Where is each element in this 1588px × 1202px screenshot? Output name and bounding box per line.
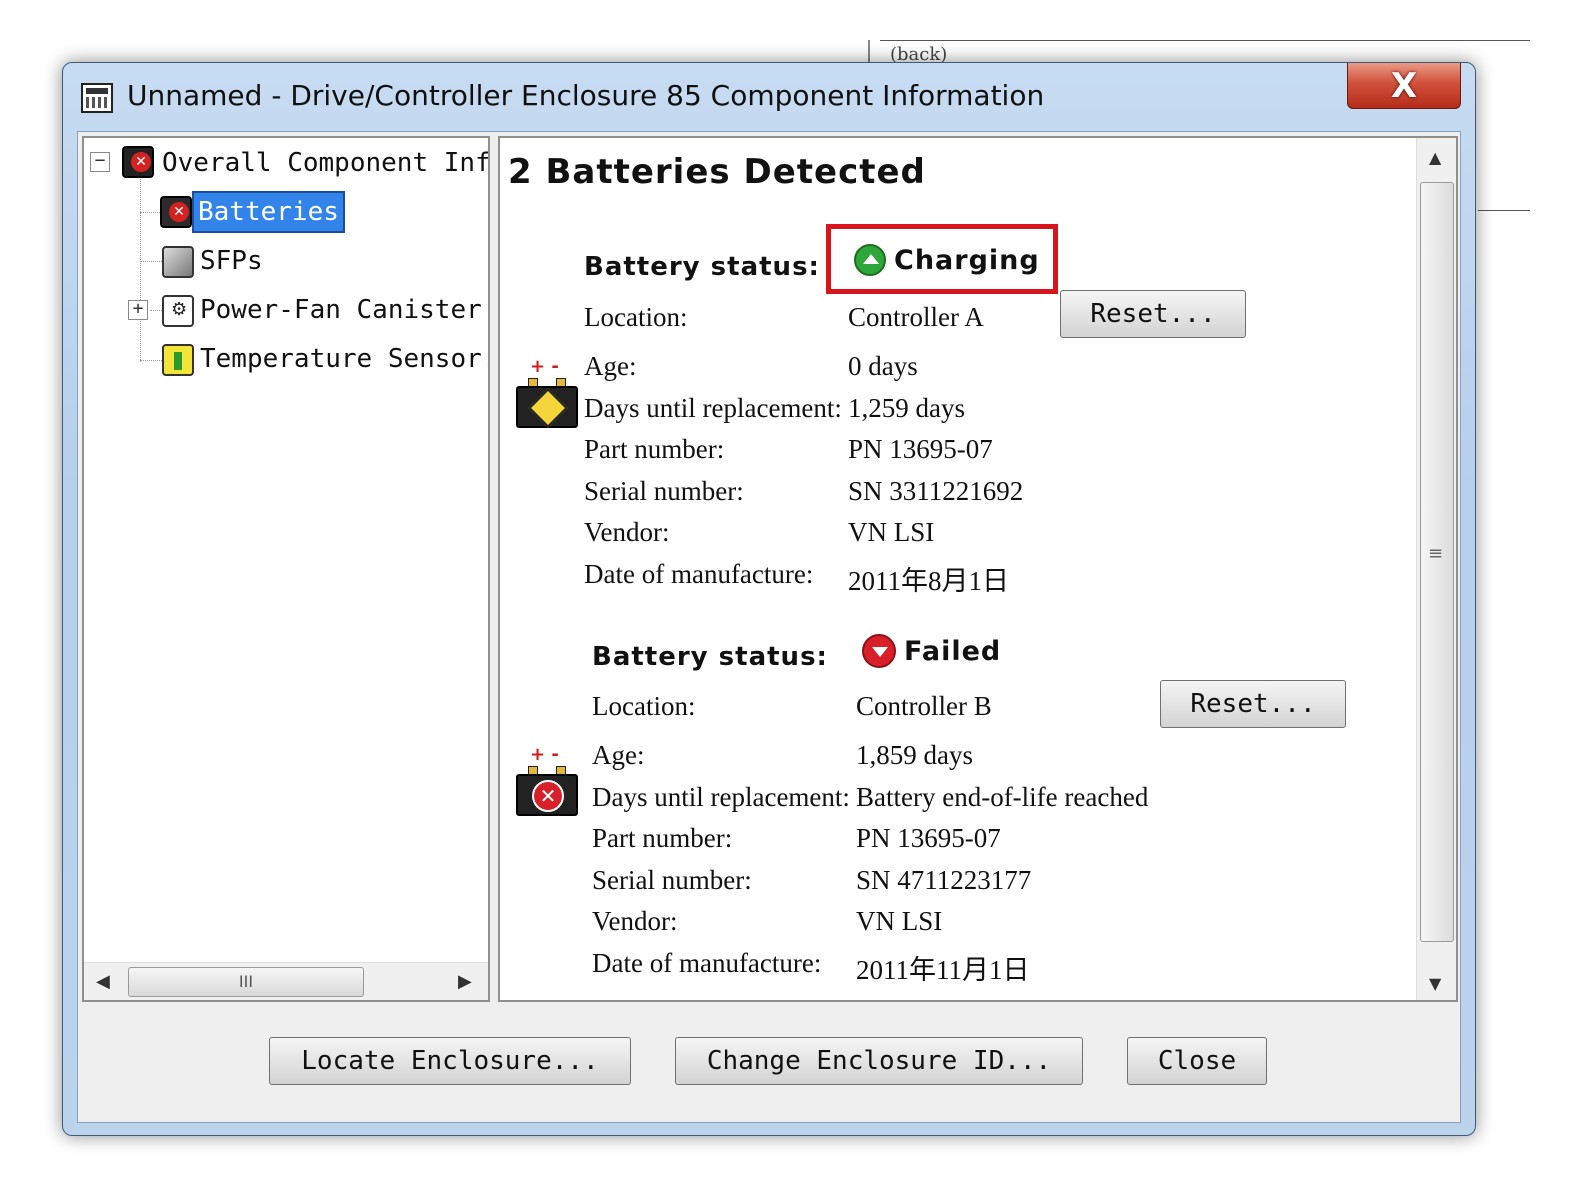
- close-button[interactable]: Close: [1127, 1037, 1267, 1085]
- part-number-value: PN 13695-07: [848, 434, 993, 464]
- vendor-label: Vendor:: [584, 517, 670, 547]
- reset-battery-a-button[interactable]: Reset...: [1060, 290, 1246, 338]
- window-app-icon: [81, 83, 113, 113]
- tree-item-label: Batteries: [192, 191, 345, 233]
- age-label: Age:: [592, 740, 645, 770]
- age-value: 0 days: [848, 351, 918, 381]
- tree-horizontal-scrollbar[interactable]: ◀ III ▶: [84, 962, 488, 1000]
- scroll-down-icon[interactable]: ▼: [1429, 974, 1441, 993]
- detail-vertical-scrollbar[interactable]: ▲ ≡ ▼: [1416, 138, 1456, 1000]
- battery-status-text: Failed: [904, 635, 1002, 667]
- battery-status-value: Charging: [854, 244, 1040, 276]
- tree-item-label: SFPs: [200, 246, 263, 276]
- tree-item-overall[interactable]: Overall Component Inf: [158, 144, 490, 182]
- tree-connector: [150, 310, 162, 311]
- background-rule: [1478, 210, 1530, 211]
- location-label: Location:: [584, 302, 688, 332]
- age-label: Age:: [584, 351, 637, 381]
- tree-item-temperature-sensors[interactable]: Temperature Sensor:: [196, 340, 490, 378]
- battery-warning-icon: + -: [516, 356, 580, 428]
- part-number-label: Part number:: [592, 823, 733, 853]
- background-rule: [880, 40, 1530, 41]
- age-value: 1,859 days: [856, 740, 973, 770]
- vendor-value: VN LSI: [856, 906, 943, 936]
- battery-error-icon: + - ✕: [516, 744, 580, 816]
- serial-number-label: Serial number:: [584, 476, 744, 506]
- battery-icon: [160, 196, 192, 228]
- location-value: Controller A: [848, 302, 984, 332]
- vendor-value: VN LSI: [848, 517, 935, 547]
- component-info-dialog: Unnamed - Drive/Controller Enclosure 85 …: [62, 62, 1476, 1136]
- battery-status-value: Failed: [862, 634, 1001, 668]
- status-ok-icon: [854, 244, 886, 276]
- locate-enclosure-button[interactable]: Locate Enclosure...: [269, 1037, 631, 1085]
- days-until-replacement-label: Days until replacement:: [592, 782, 850, 812]
- date-of-manufacture-value: 2011年8月1日: [848, 566, 1009, 596]
- date-of-manufacture-label: Date of manufacture:: [592, 948, 822, 978]
- scrollbar-grip-icon: ≡: [1428, 543, 1444, 564]
- temperature-sensor-icon: [162, 344, 194, 376]
- location-value: Controller B: [856, 691, 992, 721]
- batteries-detected-heading: 2 Batteries Detected: [508, 152, 926, 192]
- status-failed-icon: [862, 634, 896, 668]
- power-fan-icon: [162, 295, 194, 327]
- tree-item-power-fan-canister[interactable]: Power-Fan Canister: [196, 291, 486, 329]
- battery-detail-panel: 2 Batteries Detected Battery status: Cha…: [498, 136, 1458, 1002]
- days-until-replacement-value: 1,259 days: [848, 393, 965, 423]
- battery-status-text: Charging: [894, 244, 1040, 276]
- scrollbar-thumb[interactable]: III: [128, 967, 364, 997]
- tree-collapse-toggle[interactable]: −: [90, 152, 110, 172]
- tree-item-label: Temperature Sensor:: [200, 344, 490, 374]
- part-number-label: Part number:: [584, 434, 725, 464]
- reset-battery-b-button[interactable]: Reset...: [1160, 680, 1346, 728]
- days-until-replacement-value: Battery end-of-life reached: [856, 782, 1149, 812]
- tree-expand-toggle[interactable]: +: [128, 300, 148, 320]
- error-icon: ✕: [532, 780, 564, 812]
- tree-connector: [140, 172, 141, 362]
- tree-item-label: Power-Fan Canister: [200, 295, 482, 325]
- serial-number-value: SN 3311221692: [848, 476, 1024, 506]
- sfp-icon: [162, 246, 194, 278]
- scroll-left-icon[interactable]: ◀: [96, 971, 110, 992]
- title-bar[interactable]: Unnamed - Drive/Controller Enclosure 85 …: [63, 63, 1475, 131]
- days-until-replacement-label: Days until replacement:: [584, 393, 842, 423]
- tree-item-sfps[interactable]: SFPs: [196, 242, 267, 280]
- serial-number-label: Serial number:: [592, 865, 752, 895]
- tree-item-batteries[interactable]: Batteries: [192, 191, 345, 233]
- tree-connector: [140, 360, 162, 361]
- window-title: Unnamed - Drive/Controller Enclosure 85 …: [127, 79, 1045, 112]
- overall-component-icon: [122, 146, 154, 178]
- date-of-manufacture-value: 2011年11月1日: [856, 955, 1030, 985]
- dialog-client-area: − Overall Component Inf Batteries SFPs +…: [77, 131, 1461, 1123]
- component-tree[interactable]: − Overall Component Inf Batteries SFPs +…: [82, 136, 490, 1002]
- tree-connector: [140, 261, 162, 262]
- location-label: Location:: [592, 691, 696, 721]
- battery-status-label: Battery status:: [592, 642, 828, 672]
- change-enclosure-id-button[interactable]: Change Enclosure ID...: [675, 1037, 1083, 1085]
- part-number-value: PN 13695-07: [856, 823, 1001, 853]
- close-window-button[interactable]: X: [1347, 63, 1461, 109]
- tree-item-label: Overall Component Inf: [162, 148, 490, 178]
- date-of-manufacture-label: Date of manufacture:: [584, 559, 814, 589]
- tree-connector: [140, 212, 162, 213]
- vendor-label: Vendor:: [592, 906, 678, 936]
- serial-number-value: SN 4711223177: [856, 865, 1032, 895]
- scroll-up-icon[interactable]: ▲: [1429, 148, 1441, 167]
- battery-status-label: Battery status:: [584, 252, 820, 282]
- scroll-right-icon[interactable]: ▶: [458, 971, 472, 992]
